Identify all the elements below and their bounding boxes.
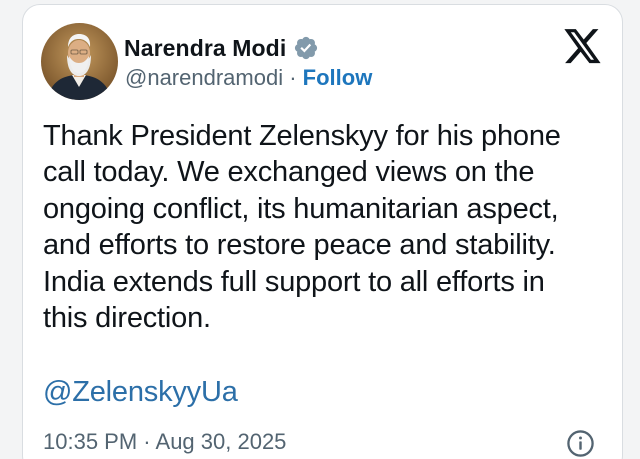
avatar[interactable] [41,23,118,100]
date-separator: · [137,429,156,454]
author-name[interactable]: Narendra Modi [124,35,286,62]
verified-badge-icon[interactable] [293,35,319,61]
timestamp[interactable]: 10:35 PM · Aug 30, 2025 [43,429,286,455]
tweet-text: Thank President Zelenskyy for his phone … [43,120,561,335]
tweet-date: Aug 30, 2025 [155,429,287,454]
handle-separator: · [283,65,303,90]
handle-row: @narendramodi · Follow [125,65,372,91]
tweet-time: 10:35 PM [43,429,138,454]
info-icon[interactable] [566,429,595,458]
tweet-card: Narendra Modi @narendramodi · Follow Tha… [22,4,623,459]
author-handle[interactable]: @narendramodi [125,65,283,90]
x-logo-icon[interactable] [564,29,602,64]
follow-button[interactable]: Follow [303,65,373,90]
mention-link[interactable]: @ZelenskyyUa [43,376,238,409]
author-name-row: Narendra Modi [124,33,319,63]
